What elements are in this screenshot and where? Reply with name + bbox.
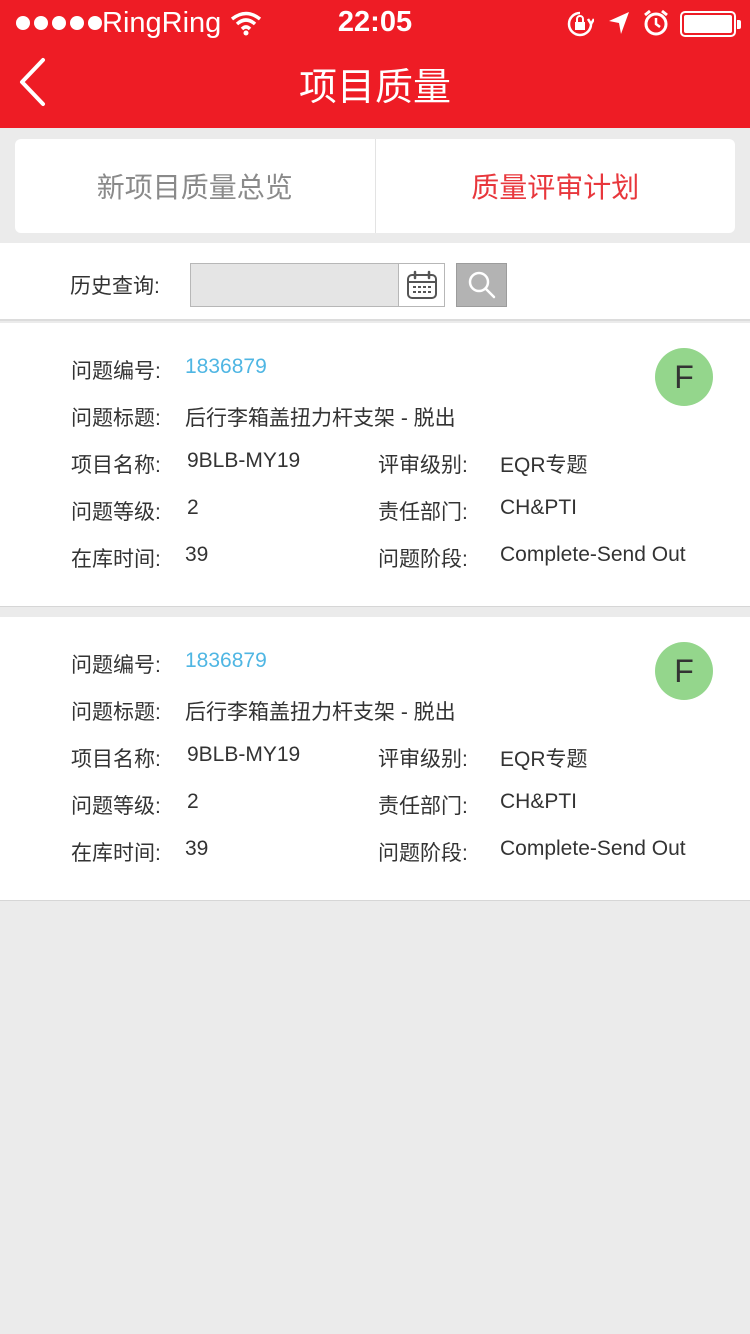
page-title: 项目质量 xyxy=(298,67,451,109)
days-in-stock-label: 在库时间: xyxy=(71,842,161,865)
issue-level-label: 问题等级: xyxy=(71,501,161,524)
project-name-value: 9BLB-MY19 xyxy=(187,449,301,472)
grade-badge: F xyxy=(655,642,713,700)
issue-card[interactable]: 问题编号: 1836879 问题标题: 后行李箱盖扭力杆支架 - 脱出 项目名称… xyxy=(0,617,750,901)
days-in-stock-value: 39 xyxy=(185,837,209,860)
responsible-dept-value: CH&PTI xyxy=(500,496,578,519)
tab-quality-review-plan[interactable]: 质量评审计划 xyxy=(376,139,736,233)
days-in-stock-label: 在库时间: xyxy=(71,548,161,571)
issue-stage-label: 问题阶段: xyxy=(378,842,468,865)
clock: 22:05 xyxy=(337,6,413,38)
days-in-stock-value: 39 xyxy=(185,543,209,566)
issue-stage-value: Complete-Send Out xyxy=(500,837,686,860)
issue-card[interactable]: 问题编号: 1836879 问题标题: 后行李箱盖扭力杆支架 - 脱出 项目名称… xyxy=(0,323,750,607)
location-arrow-icon xyxy=(609,12,629,34)
battery-icon xyxy=(680,11,741,37)
grade-badge: F xyxy=(655,348,713,406)
history-search-bar: 历史查询: xyxy=(0,243,750,321)
nav-header: RingRing 22:05 项目质量 xyxy=(0,0,750,128)
responsible-dept-label: 责任部门: xyxy=(378,501,468,524)
calendar-button[interactable] xyxy=(398,263,445,307)
issue-title-label: 问题标题: xyxy=(71,701,161,724)
issue-id-label: 问题编号: xyxy=(71,654,161,677)
review-level-label: 评审级别: xyxy=(378,748,468,771)
issue-level-value: 2 xyxy=(187,496,199,519)
project-name-label: 项目名称: xyxy=(71,454,161,477)
issue-id-link[interactable]: 1836879 xyxy=(185,649,267,673)
search-button[interactable] xyxy=(456,263,507,307)
date-input[interactable] xyxy=(190,263,400,307)
rotation-lock-icon xyxy=(567,11,594,37)
issue-stage-label: 问题阶段: xyxy=(378,548,468,571)
status-bar: RingRing 22:05 xyxy=(0,0,750,48)
project-name-value: 9BLB-MY19 xyxy=(187,743,301,766)
issue-level-label: 问题等级: xyxy=(71,795,161,818)
issue-stage-value: Complete-Send Out xyxy=(500,543,686,566)
project-name-label: 项目名称: xyxy=(71,748,161,771)
review-level-value: EQR专题 xyxy=(500,748,588,771)
history-search-label: 历史查询: xyxy=(70,275,160,298)
issue-level-value: 2 xyxy=(187,790,199,813)
responsible-dept-label: 责任部门: xyxy=(378,795,468,818)
issue-title-value: 后行李箱盖扭力杆支架 - 脱出 xyxy=(185,701,456,724)
issue-title-value: 后行李箱盖扭力杆支架 - 脱出 xyxy=(185,407,456,430)
issue-id-label: 问题编号: xyxy=(71,360,161,383)
alarm-icon xyxy=(644,9,668,36)
search-icon xyxy=(468,271,495,299)
calendar-icon xyxy=(406,270,437,299)
issue-id-link[interactable]: 1836879 xyxy=(185,355,267,379)
tab-project-quality-overview[interactable]: 新项目质量总览 xyxy=(15,139,375,233)
review-level-label: 评审级别: xyxy=(378,454,468,477)
responsible-dept-value: CH&PTI xyxy=(500,790,578,813)
segment-tabs: 新项目质量总览 质量评审计划 xyxy=(15,139,735,233)
review-level-value: EQR专题 xyxy=(500,454,588,477)
issue-title-label: 问题标题: xyxy=(71,407,161,430)
